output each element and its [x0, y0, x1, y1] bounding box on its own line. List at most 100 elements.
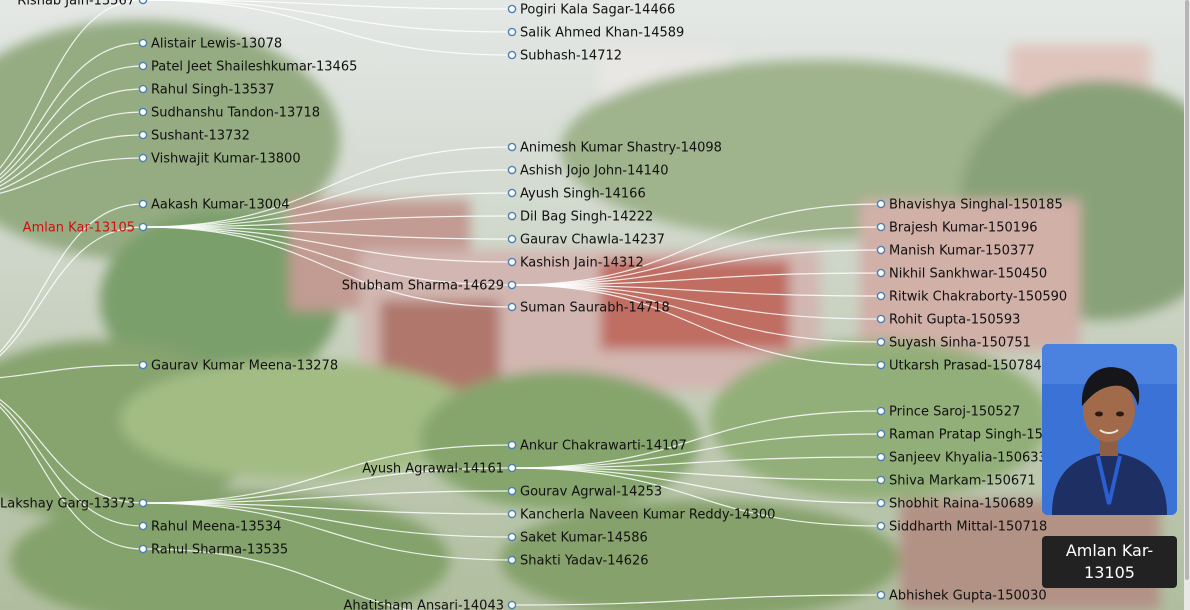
tree-node[interactable]: Vishwajit Kumar-13800	[138, 152, 301, 167]
node-label[interactable]: Lakshay Garg-13373	[0, 497, 135, 512]
tree-node[interactable]: Ayush Agrawal-14161	[362, 462, 517, 477]
node-circle-icon[interactable]	[138, 153, 148, 163]
node-circle-icon[interactable]	[876, 360, 886, 370]
node-label[interactable]: Siddharth Mittal-150718	[889, 520, 1047, 535]
tree-node[interactable]: Ayush Singh-14166	[507, 187, 646, 202]
node-label[interactable]: Gaurav Chawla-14237	[520, 233, 665, 248]
node-label[interactable]: Dil Bag Singh-14222	[520, 210, 653, 225]
node-circle-icon[interactable]	[876, 590, 886, 600]
tree-node[interactable]: Kashish Jain-14312	[507, 256, 644, 271]
tree-node[interactable]: Rahul Singh-13537	[138, 83, 275, 98]
node-label[interactable]: Shiva Markam-150671	[889, 474, 1036, 489]
node-label[interactable]: Prince Saroj-150527	[889, 405, 1020, 420]
node-circle-icon[interactable]	[507, 302, 517, 312]
tree-node[interactable]: Saket Kumar-14586	[507, 531, 648, 546]
node-label[interactable]: Abhishek Gupta-150030	[889, 589, 1047, 604]
node-label[interactable]: Kancherla Naveen Kumar Reddy-14300	[520, 508, 775, 523]
node-circle-icon[interactable]	[138, 360, 148, 370]
node-label[interactable]: Rohit Gupta-150593	[889, 313, 1020, 328]
node-label[interactable]: Ritwik Chakraborty-150590	[889, 290, 1067, 305]
node-label[interactable]: Ankur Chakrawarti-14107	[520, 439, 687, 454]
tree-node[interactable]: Ankur Chakrawarti-14107	[507, 439, 687, 454]
tree-node[interactable]: Prince Saroj-150527	[876, 405, 1020, 420]
node-circle-icon[interactable]	[507, 27, 517, 37]
node-label[interactable]: Subhash-14712	[520, 49, 622, 64]
node-label[interactable]: Nikhil Sankhwar-150450	[889, 267, 1047, 282]
node-label[interactable]: Alistair Lewis-13078	[151, 37, 282, 52]
node-circle-icon[interactable]	[876, 475, 886, 485]
node-label[interactable]: Gaurav Kumar Meena-13278	[151, 359, 338, 374]
node-circle-icon[interactable]	[507, 532, 517, 542]
tree-node[interactable]: Pogiri Kala Sagar-14466	[507, 3, 675, 18]
node-label[interactable]: Rahul Sharma-13535	[151, 543, 288, 558]
tree-node[interactable]: Patel Jeet Shaileshkumar-13465	[138, 60, 357, 75]
tree-node[interactable]: Ahatisham Ansari-14043	[344, 599, 517, 610]
tree-node[interactable]: Amlan Kar-13105	[23, 221, 148, 236]
node-circle-icon[interactable]	[507, 211, 517, 221]
node-label[interactable]: Animesh Kumar Shastry-14098	[520, 141, 722, 156]
node-label[interactable]: Gourav Agrwal-14253	[520, 485, 662, 500]
node-label[interactable]: Salik Ahmed Khan-14589	[520, 26, 684, 41]
node-label[interactable]: Ayush Singh-14166	[520, 187, 646, 202]
node-label[interactable]: Ahatisham Ansari-14043	[344, 599, 504, 610]
node-circle-icon[interactable]	[507, 257, 517, 267]
tree-node[interactable]: Ritwik Chakraborty-150590	[876, 290, 1067, 305]
tree-node[interactable]: Siddharth Mittal-150718	[876, 520, 1047, 535]
node-label[interactable]: Pogiri Kala Sagar-14466	[520, 3, 675, 18]
node-circle-icon[interactable]	[138, 199, 148, 209]
node-circle-icon[interactable]	[507, 463, 517, 473]
node-circle-icon[interactable]	[507, 555, 517, 565]
node-label[interactable]: Patel Jeet Shaileshkumar-13465	[151, 60, 357, 75]
node-circle-icon[interactable]	[507, 234, 517, 244]
tree-node[interactable]: Gourav Agrwal-14253	[507, 485, 662, 500]
node-circle-icon[interactable]	[876, 245, 886, 255]
node-label[interactable]: Utkarsh Prasad-150784	[889, 359, 1042, 374]
node-circle-icon[interactable]	[138, 84, 148, 94]
node-label[interactable]: Rahul Singh-13537	[151, 83, 275, 98]
tree-node[interactable]: Suman Saurabh-14718	[507, 301, 670, 316]
node-label[interactable]: Shubham Sharma-14629	[342, 279, 504, 294]
tree-node[interactable]: Sudhanshu Tandon-13718	[138, 106, 320, 121]
node-circle-icon[interactable]	[876, 429, 886, 439]
node-circle-icon[interactable]	[138, 38, 148, 48]
tree-node[interactable]: Shubham Sharma-14629	[342, 279, 517, 294]
node-label[interactable]: Bhavishya Singhal-150185	[889, 198, 1063, 213]
tree-node[interactable]: Gaurav Chawla-14237	[507, 233, 665, 248]
node-label[interactable]: Amlan Kar-13105	[23, 221, 135, 236]
node-circle-icon[interactable]	[507, 440, 517, 450]
node-circle-icon[interactable]	[138, 0, 148, 5]
node-circle-icon[interactable]	[876, 314, 886, 324]
node-label[interactable]: Rahul Meena-13534	[151, 520, 281, 535]
node-label[interactable]: Ayush Agrawal-14161	[362, 462, 504, 477]
node-circle-icon[interactable]	[876, 406, 886, 416]
tree-node[interactable]: Rishab Jain-13567	[17, 0, 148, 9]
node-label[interactable]: Aakash Kumar-13004	[151, 198, 290, 213]
vertical-scrollbar[interactable]	[1184, 0, 1190, 610]
node-label[interactable]: Manish Kumar-150377	[889, 244, 1035, 259]
node-circle-icon[interactable]	[138, 61, 148, 71]
tree-node[interactable]: Animesh Kumar Shastry-14098	[507, 141, 722, 156]
scrollbar-thumb[interactable]	[1185, 0, 1189, 580]
tree-node[interactable]: Shakti Yadav-14626	[507, 554, 649, 569]
tree-node[interactable]: Sushant-13732	[138, 129, 250, 144]
tree-node[interactable]: Suyash Sinha-150751	[876, 336, 1031, 351]
tree-node[interactable]: Aakash Kumar-13004	[138, 198, 290, 213]
node-circle-icon[interactable]	[138, 130, 148, 140]
node-label[interactable]: Rishab Jain-13567	[17, 0, 135, 9]
tree-node[interactable]: Sanjeev Khyalia-150633	[876, 451, 1047, 466]
tree-node[interactable]: Dil Bag Singh-14222	[507, 210, 653, 225]
node-label[interactable]: Kashish Jain-14312	[520, 256, 644, 271]
node-circle-icon[interactable]	[138, 521, 148, 531]
tree-node[interactable]: Ashish Jojo John-14140	[507, 164, 668, 179]
node-circle-icon[interactable]	[876, 291, 886, 301]
node-circle-icon[interactable]	[876, 498, 886, 508]
tree-node[interactable]: Manish Kumar-150377	[876, 244, 1035, 259]
tree-node[interactable]: Shiva Markam-150671	[876, 474, 1036, 489]
tree-node[interactable]: Alistair Lewis-13078	[138, 37, 282, 52]
node-label[interactable]: Suyash Sinha-150751	[889, 336, 1031, 351]
node-circle-icon[interactable]	[138, 222, 148, 232]
node-circle-icon[interactable]	[507, 4, 517, 14]
node-circle-icon[interactable]	[507, 509, 517, 519]
node-circle-icon[interactable]	[507, 188, 517, 198]
tree-node[interactable]: Rahul Meena-13534	[138, 520, 281, 535]
